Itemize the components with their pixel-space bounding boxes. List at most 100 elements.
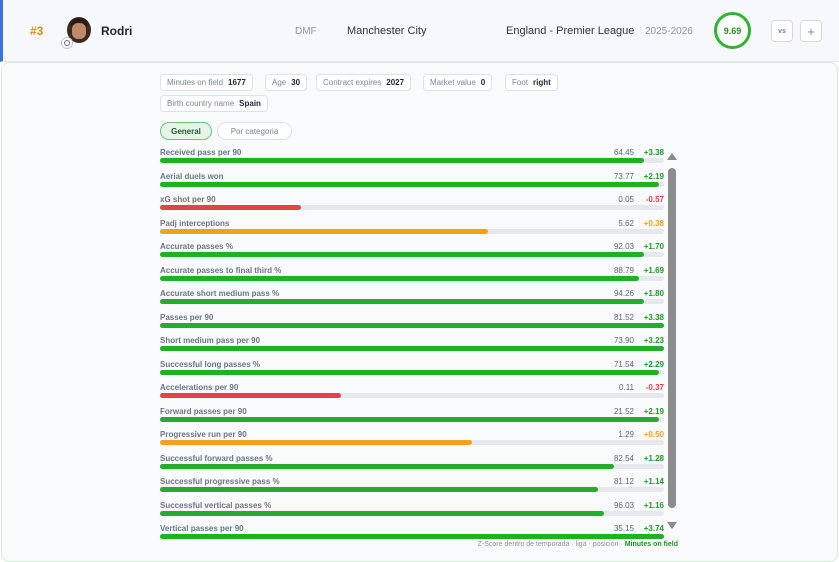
tab-general[interactable]: General bbox=[160, 122, 212, 140]
metric-bar-fill bbox=[160, 205, 302, 210]
metric-value: 21.52 bbox=[613, 406, 634, 416]
metric-label: Passes per 90 bbox=[160, 312, 214, 322]
metric-bar-track bbox=[160, 181, 664, 187]
metric-zscore: -0.37 bbox=[645, 383, 664, 392]
metric-label: Padj interceptions bbox=[160, 218, 230, 228]
metric-bar-fill bbox=[160, 322, 664, 328]
chip-label: Contract expires bbox=[323, 78, 382, 87]
metric-value: 88.79 bbox=[613, 265, 634, 275]
metric-bar-fill bbox=[160, 275, 639, 281]
chip-label: Foot bbox=[512, 78, 529, 87]
metric-label: Short medium pass per 90 bbox=[160, 336, 261, 345]
metric-zscore: +1.69 bbox=[643, 265, 664, 275]
metric-zscore: +2.19 bbox=[643, 406, 664, 416]
metric-bar-fill bbox=[160, 487, 599, 492]
chip-contract-expires: Contract expires 2027 bbox=[316, 74, 412, 91]
metric-row: Successful long passes % 71.54 +2.29 bbox=[160, 360, 664, 382]
footnote-highlight: Minutes on field bbox=[624, 541, 678, 548]
metric-bar-fill bbox=[160, 393, 342, 398]
chip-value: 0 bbox=[480, 78, 486, 87]
metric-row: Progressive run per 90 1.29 +0.50 bbox=[160, 430, 664, 452]
player-league: England - Premier League bbox=[506, 25, 635, 37]
metric-value: 0.11 bbox=[619, 383, 634, 392]
metric-bar-fill bbox=[160, 463, 614, 469]
metric-bar-track bbox=[160, 275, 664, 281]
chip-value: 2027 bbox=[386, 78, 405, 87]
metric-bar-fill bbox=[160, 346, 664, 351]
chip-market-value: Market value 0 bbox=[423, 74, 493, 91]
metric-bar-fill bbox=[160, 158, 644, 163]
metric-row: Aerial duels won 73.77 +2.19 bbox=[160, 172, 664, 194]
metric-bar-track bbox=[160, 487, 664, 492]
metric-row: xG shot per 90 0.05 -0.57 bbox=[160, 195, 664, 217]
metric-value: 94.26 bbox=[613, 289, 634, 298]
metric-label: xG shot per 90 bbox=[160, 195, 216, 204]
metric-row: Successful forward passes % 82.54 +1.28 bbox=[160, 454, 664, 476]
metric-value: 73.77 bbox=[613, 171, 634, 181]
metric-bar-fill bbox=[160, 510, 604, 516]
chip-value: 1677 bbox=[228, 78, 246, 87]
metric-zscore: +1.16 bbox=[643, 500, 664, 510]
scroll-down-arrow-icon[interactable] bbox=[667, 522, 677, 529]
metric-zscore: +0.50 bbox=[643, 430, 664, 439]
metric-value: 92.03 bbox=[613, 242, 634, 251]
metric-value: 1.29 bbox=[618, 430, 634, 439]
chip-label: Minutes on field bbox=[167, 78, 224, 87]
metric-bar-track bbox=[160, 205, 664, 210]
metric-zscore: +3.74 bbox=[643, 524, 664, 533]
metric-bar-track bbox=[160, 463, 664, 469]
metric-bar-fill bbox=[160, 534, 664, 539]
chip-value: Spain bbox=[239, 99, 261, 108]
tab-por-categoria[interactable]: Por categoria bbox=[217, 122, 292, 140]
metric-label: Progressive run per 90 bbox=[160, 430, 247, 439]
compare-vs-button[interactable]: vs bbox=[771, 20, 793, 42]
chip-label: Market value bbox=[430, 78, 476, 87]
metric-bar-fill bbox=[160, 416, 659, 422]
player-header-row[interactable]: #3 Rodri DMF Manchester City England - P… bbox=[0, 0, 839, 62]
metric-bar-track bbox=[160, 510, 664, 516]
metric-zscore: +2.19 bbox=[643, 171, 664, 181]
metric-value: 96.03 bbox=[613, 500, 634, 510]
metric-row: Accurate passes to final third % 88.79 +1.… bbox=[160, 266, 664, 288]
scroll-up-arrow-icon[interactable] bbox=[667, 153, 677, 160]
metric-zscore: +2.29 bbox=[643, 359, 664, 369]
metric-zscore: +1.14 bbox=[643, 477, 664, 486]
metric-label: Accurate short medium pass % bbox=[160, 289, 280, 298]
metric-bar-track bbox=[160, 252, 664, 257]
metric-zscore: +1.28 bbox=[643, 453, 664, 463]
metric-bar-track bbox=[160, 416, 664, 422]
metric-label: Successful progressive pass % bbox=[160, 477, 280, 486]
metric-zscore: +1.80 bbox=[643, 289, 664, 298]
footnote-text: Z-Score dentro de temporada · liga · pos… bbox=[477, 541, 625, 548]
player-name: Rodri bbox=[101, 24, 133, 38]
chip-value: right bbox=[533, 78, 551, 87]
metric-row: Successful vertical passes % 96.03 +1.16 bbox=[160, 501, 664, 523]
player-team: Manchester City bbox=[347, 25, 427, 37]
metric-bar-fill bbox=[160, 440, 473, 445]
metric-value: 82.54 bbox=[613, 453, 634, 463]
scrollbar-thumb[interactable] bbox=[668, 168, 676, 508]
metric-label: Forward passes per 90 bbox=[160, 406, 247, 416]
metric-bar-fill bbox=[160, 299, 644, 304]
metric-value: 64.45 bbox=[613, 148, 634, 157]
zscore-footnote: Z-Score dentro de temporada · liga · pos… bbox=[478, 541, 678, 548]
chip-minutes-on-field: Minutes on field 1677 bbox=[160, 74, 253, 91]
metric-label: Aerial duels won bbox=[160, 171, 224, 181]
metric-row: Padj interceptions 5.62 +0.38 bbox=[160, 219, 664, 241]
player-rating-badge: 9.69 bbox=[714, 12, 751, 49]
metric-label: Received pass per 90 bbox=[160, 148, 242, 157]
club-badge-icon bbox=[61, 37, 73, 49]
metric-value: 71.54 bbox=[613, 359, 634, 369]
metric-bar-track bbox=[160, 393, 664, 398]
metric-zscore: +3.38 bbox=[643, 312, 664, 322]
add-player-button[interactable]: + bbox=[800, 20, 822, 42]
metric-value: 35.15 bbox=[613, 524, 634, 533]
metric-label: Successful vertical passes % bbox=[160, 500, 272, 510]
chip-label: Age bbox=[272, 78, 287, 87]
metric-zscore: +1.70 bbox=[643, 242, 664, 251]
metric-bar-track bbox=[160, 369, 664, 375]
metric-row: Short medium pass per 90 73.90 +3.23 bbox=[160, 336, 664, 358]
metric-bar-track bbox=[160, 158, 664, 163]
metric-value: 73.90 bbox=[613, 336, 634, 345]
metric-bar-track bbox=[160, 299, 664, 304]
